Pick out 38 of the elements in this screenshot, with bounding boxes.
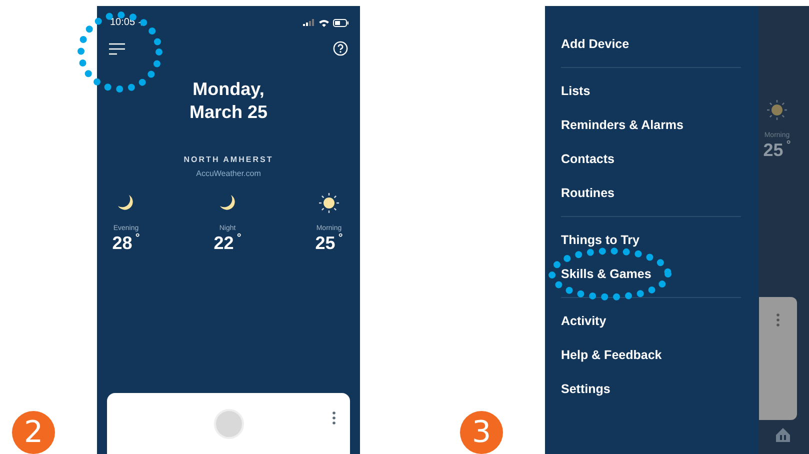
- location-arrow-icon: [138, 20, 144, 26]
- temperature: 25: [315, 233, 336, 253]
- sun-icon: [765, 98, 789, 122]
- more-options-icon: [776, 313, 780, 327]
- menu-item[interactable]: Activity: [561, 312, 606, 330]
- degree-sign: °: [135, 233, 140, 244]
- menu-item[interactable]: Add Device: [561, 34, 630, 54]
- menu-button[interactable]: [109, 42, 125, 56]
- battery-icon: [333, 18, 349, 26]
- home-icon: [775, 427, 791, 443]
- menu-item[interactable]: Reminders & Alarms: [561, 116, 684, 134]
- wifi-icon: [319, 18, 329, 26]
- menu-icon: [109, 42, 125, 54]
- moon-icon: [218, 193, 238, 213]
- weather-source: AccuWeather.com: [196, 169, 261, 179]
- date-text: March 25: [189, 101, 268, 124]
- sun-icon: [317, 191, 341, 215]
- degree-sign: °: [786, 140, 791, 151]
- more-options-icon[interactable]: [332, 411, 336, 425]
- location-name: NORTH AMHERST: [184, 155, 274, 165]
- step-number-badge: 2: [12, 411, 55, 454]
- avatar-photo-placeholder: [214, 409, 244, 439]
- temperature: 22: [214, 233, 234, 253]
- temperature: 28: [112, 233, 132, 253]
- moon-icon: [116, 193, 136, 213]
- signal-icon: [303, 19, 315, 26]
- date-text: Monday,: [192, 78, 264, 101]
- menu-item[interactable]: Lists: [561, 82, 590, 100]
- help-icon[interactable]: [333, 41, 348, 56]
- degree-sign: °: [338, 233, 343, 244]
- menu-item[interactable]: Settings: [561, 380, 610, 398]
- menu-item[interactable]: Things to Try: [561, 230, 640, 250]
- menu-item[interactable]: Routines: [561, 184, 614, 202]
- temperature: 25: [763, 140, 784, 160]
- menu-item[interactable]: Help & Feedback: [561, 346, 662, 364]
- degree-sign: °: [236, 233, 242, 244]
- step-number-badge: 3: [460, 411, 503, 454]
- menu-item[interactable]: Contacts: [561, 150, 614, 168]
